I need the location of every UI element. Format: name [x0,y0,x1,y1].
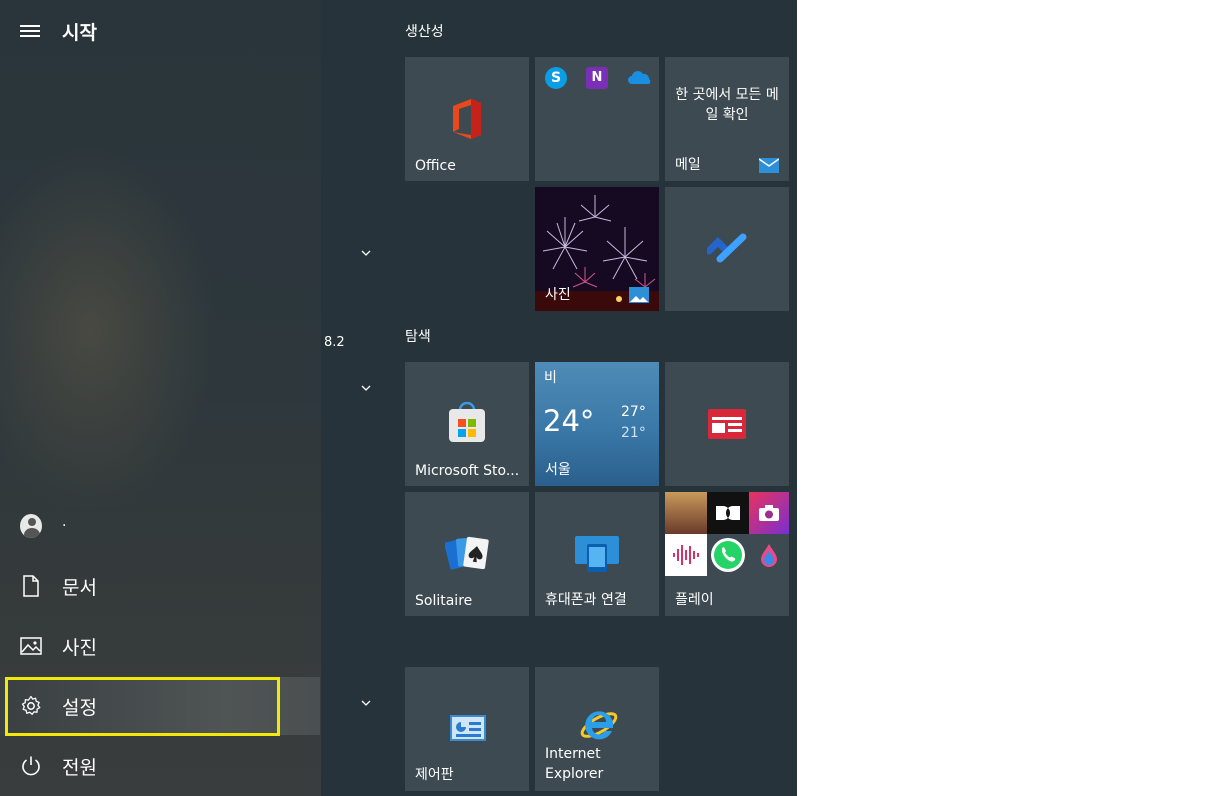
todo-check-icon [707,233,747,263]
tile-todo[interactable] [665,187,789,311]
control-panel-icon [450,715,486,741]
onedrive-icon [628,71,651,84]
tile-weather[interactable]: 비 24° 27° 21° 서울 [535,362,659,486]
nav-pictures[interactable]: 사진 [0,617,320,675]
phone-link-icon [575,536,619,572]
weather-city: 서울 [545,462,571,478]
tile-store-label: Microsoft Sto... [415,463,520,479]
tile-store[interactable]: Microsoft Sto... [405,362,529,486]
mail-icon [759,158,779,173]
tile-news[interactable] [665,362,789,486]
tile-photos-label: 사진 [545,287,571,303]
chevron-down-icon[interactable] [361,385,371,391]
ie-label-line1: Internet [545,746,601,762]
weather-high: 27° [621,404,646,420]
nav-power-label: 전원 [62,756,97,779]
user-avatar-icon [20,514,42,538]
skype-icon: S [545,67,567,89]
tile-mail-message: 한 곳에서 모든 메일 확인 [675,87,779,123]
app-list-partial-text: 8.2 [324,335,345,350]
tile-your-phone[interactable]: 휴대폰과 연결 [535,492,659,616]
power-icon [20,755,42,777]
news-icon [708,409,746,439]
nav-power[interactable]: 전원 [0,737,320,795]
tile-control-panel-label: 제어판 [415,767,454,783]
user-account[interactable]: · [0,497,320,555]
store-icon [449,402,485,442]
document-icon [20,575,42,597]
tile-control-panel[interactable]: 제어판 [405,667,529,791]
dolby-icon [707,492,749,534]
tile-mail-label: 메일 [675,157,701,173]
ie-label-line2: Explorer [545,766,604,782]
office-icon [453,99,481,139]
tile-photos[interactable]: 사진 [535,187,659,311]
user-name: · [62,518,67,534]
tile-office-apps[interactable]: S N [535,57,659,181]
tile-solitaire[interactable]: Solitaire [405,492,529,616]
app-list-column [321,0,399,796]
game-icon [665,492,707,534]
settings-highlight-box [5,677,280,736]
start-menu: 시작 · 문서 사진 설정 전원 8.2 생산성 탐색 Office S N 한… [0,0,797,796]
tile-office-label: Office [415,158,456,174]
group-header-explore[interactable]: 탐색 [405,326,431,346]
chevron-down-icon[interactable] [361,250,371,256]
nav-documents[interactable]: 문서 [0,557,320,615]
solitaire-icon [445,536,489,570]
camera-app-icon [749,492,789,534]
photos-app-icon [629,287,649,303]
whatsapp-icon [707,534,749,576]
group-header-productivity[interactable]: 생산성 [405,21,444,41]
weather-low: 21° [621,425,646,441]
chevron-down-icon[interactable] [361,700,371,706]
tile-solitaire-label: Solitaire [415,593,473,609]
tile-internet-explorer-label: Internet Explorer [545,744,603,784]
weather-temp: 24° [543,404,595,438]
tile-your-phone-label: 휴대폰과 연결 [545,592,627,608]
nav-pictures-label: 사진 [62,636,97,659]
picture-icon [20,635,42,657]
weather-condition: 비 [544,370,557,386]
nav-documents-label: 문서 [62,576,97,599]
hamburger-icon[interactable] [20,22,42,40]
tile-office[interactable]: Office [405,57,529,181]
tile-play[interactable]: 플레이 [665,492,789,616]
onenote-icon: N [586,67,608,89]
paint-drop-icon [749,534,789,576]
start-title: 시작 [62,22,97,44]
tile-mail[interactable]: 한 곳에서 모든 메일 확인 메일 [665,57,789,181]
audio-wave-icon [665,534,707,576]
internet-explorer-icon [580,711,618,740]
tile-internet-explorer[interactable]: Internet Explorer [535,667,659,791]
tile-play-label: 플레이 [675,592,714,608]
